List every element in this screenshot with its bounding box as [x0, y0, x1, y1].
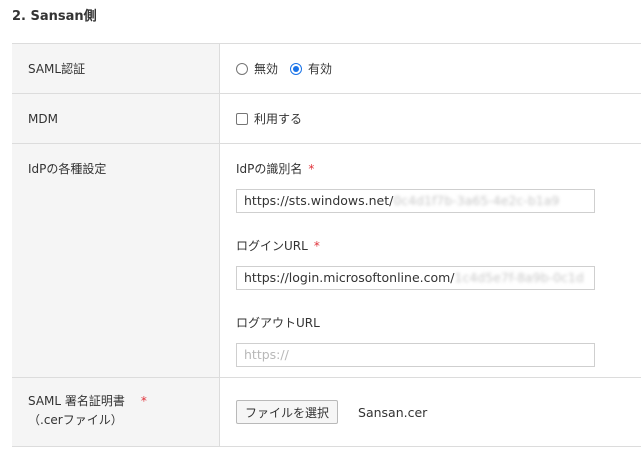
selected-file-name: Sansan.cer [358, 404, 428, 420]
saml-value: 無効 有効 [220, 44, 641, 93]
cert-row: SAML 署名証明書 * （.cerファイル） ファイルを選択 Sansan.ce… [12, 378, 641, 447]
saml-radio-group: 無効 有効 [236, 60, 344, 77]
idp-identifier-label-text: IdPの識別名 [236, 162, 303, 176]
required-mark: * [313, 239, 320, 253]
choose-file-button[interactable]: ファイルを選択 [236, 400, 339, 424]
logout-url-label-text: ログアウトURL [236, 316, 320, 330]
required-mark: * [140, 394, 147, 408]
radio-enabled-icon[interactable] [290, 62, 303, 75]
login-url-input[interactable]: https://login.microsoftonline.com/1c4d5e… [236, 266, 595, 290]
logout-url-input[interactable]: https:// [236, 343, 595, 367]
saml-label: SAML認証 [12, 44, 220, 93]
cert-label: SAML 署名証明書 * （.cerファイル） [12, 378, 220, 446]
mdm-row: MDM 利用する [12, 94, 641, 144]
idp-identifier-label: IdPの識別名 * [236, 160, 641, 177]
saml-option-disabled[interactable]: 無効 [236, 60, 278, 77]
saml-option-disabled-label: 無効 [254, 62, 279, 76]
required-mark: * [308, 162, 315, 176]
idp-identifier-value: https://sts.windows.net/ [244, 193, 394, 208]
cert-label-line2: （.cerファイル） [28, 413, 123, 427]
saml-row: SAML認証 無効 有効 [12, 44, 641, 94]
radio-disabled-icon[interactable] [236, 62, 248, 75]
cert-label-text: SAML 署名証明書 [28, 394, 125, 408]
section-title: 2. Sansan側 [12, 9, 97, 24]
logout-url-label: ログアウトURL [236, 314, 641, 331]
mdm-checkbox[interactable] [236, 112, 248, 125]
saml-option-enabled[interactable]: 有効 [290, 60, 332, 77]
settings-form: SAML認証 無効 有効 MDM 利用する IdPの各種設定 IdPの識別名 *… [12, 43, 641, 447]
saml-option-enabled-label: 有効 [308, 62, 333, 76]
mdm-checkbox-item[interactable]: 利用する [236, 110, 302, 127]
idp-identifier-obscured: 0c4d1f7b-3a65-4e2c-b1a9 [393, 193, 560, 208]
mdm-label: MDM [12, 94, 220, 143]
idp-row: IdPの各種設定 IdPの識別名 * https://sts.windows.ne… [12, 144, 641, 378]
idp-label: IdPの各種設定 [12, 144, 220, 377]
mdm-value: 利用する [220, 94, 641, 143]
login-url-obscured: 1c4d5e7f-8a9b-0c1d [454, 270, 584, 285]
login-url-value: https://login.microsoftonline.com/ [244, 270, 455, 285]
cert-value: ファイルを選択 Sansan.cer [220, 378, 641, 446]
login-url-label: ログインURL * [236, 237, 641, 254]
login-url-label-text: ログインURL [236, 239, 308, 253]
idp-identifier-input[interactable]: https://sts.windows.net/0c4d1f7b-3a65-4e… [236, 189, 595, 213]
mdm-checkbox-label: 利用する [254, 112, 303, 126]
cert-label-line1: SAML 署名証明書 * [28, 392, 219, 411]
idp-fields: IdPの識別名 * https://sts.windows.net/0c4d1f7… [220, 144, 641, 377]
